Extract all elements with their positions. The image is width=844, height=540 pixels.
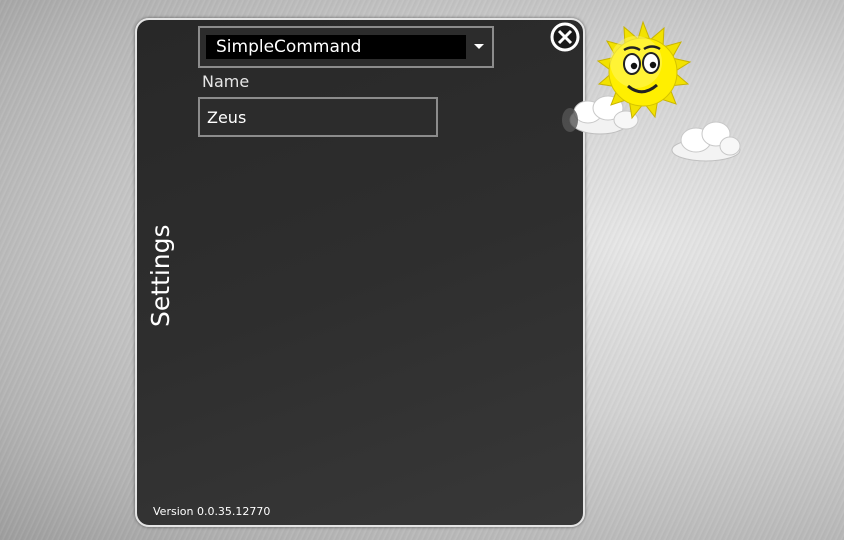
sun-icon [596,20,692,120]
settings-panel: Settings SimpleCommand Name Version 0.0.… [135,18,585,527]
weather-widget[interactable] [556,20,746,170]
version-label: Version 0.0.35.12770 [153,505,271,518]
name-label: Name [202,72,250,91]
desktop-background: Settings SimpleCommand Name Version 0.0.… [0,0,844,540]
settings-title: Settings [146,224,175,327]
command-dropdown-value: SimpleCommand [206,35,466,59]
command-dropdown[interactable]: SimpleCommand [198,26,494,68]
chevron-down-icon[interactable] [474,44,484,49]
name-input[interactable] [198,97,438,137]
cloud-icon [671,121,741,162]
